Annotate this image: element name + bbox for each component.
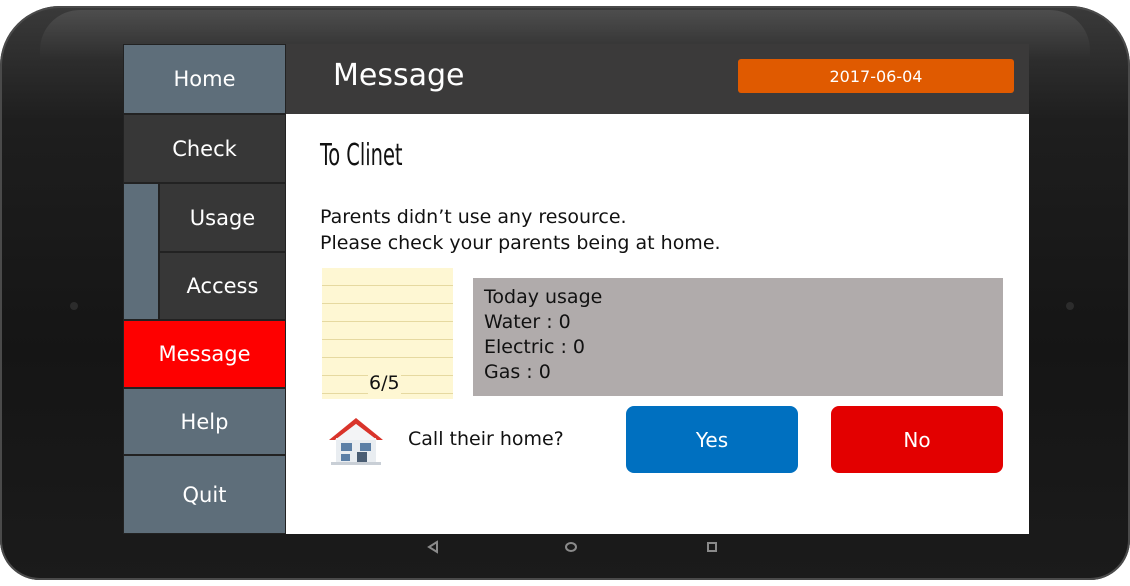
front-sensor <box>70 302 78 310</box>
date-badge: 2017-06-04 <box>738 59 1014 93</box>
back-icon[interactable] <box>426 540 440 554</box>
message-panel: To Clinet Parents didn’t use any resourc… <box>286 114 1029 534</box>
sticky-note: 6/5 <box>322 268 453 399</box>
recent-apps-icon[interactable] <box>705 540 719 554</box>
app-screen: Home Check Usage Access Message Help Qui… <box>123 44 1029 534</box>
note-date: 6/5 <box>368 372 401 394</box>
message-line: Please check your parents being at home. <box>320 232 721 254</box>
usage-title: Today usage <box>484 286 603 308</box>
sidebar-item-help[interactable]: Help <box>123 388 286 455</box>
header-bar: Message 2017-06-04 <box>286 44 1029 114</box>
sidebar-item-usage[interactable]: Usage <box>159 183 286 252</box>
house-icon <box>329 418 383 465</box>
home-circle-icon[interactable] <box>563 540 579 554</box>
message-line: Parents didn’t use any resource. <box>320 206 627 228</box>
sidebar: Home Check Usage Access Message Help Qui… <box>123 44 286 534</box>
sidebar-item-check[interactable]: Check <box>123 114 286 183</box>
usage-gas: Gas : 0 <box>484 361 551 383</box>
system-nav-bar <box>0 536 1130 566</box>
sidebar-item-quit[interactable]: Quit <box>123 455 286 534</box>
recipient-heading: To Clinet <box>320 138 403 173</box>
usage-electric: Electric : 0 <box>484 336 585 358</box>
yes-button[interactable]: Yes <box>626 406 798 473</box>
front-sensor <box>1066 302 1074 310</box>
sidebar-item-access[interactable]: Access <box>159 252 286 320</box>
page-title: Message <box>333 58 465 93</box>
submenu-indent-bar <box>123 183 159 320</box>
today-usage-box: Today usage Water : 0 Electric : 0 Gas :… <box>473 278 1003 396</box>
no-button[interactable]: No <box>831 406 1003 473</box>
call-prompt: Call their home? <box>408 428 564 450</box>
sidebar-item-message[interactable]: Message <box>123 320 286 388</box>
sidebar-item-home[interactable]: Home <box>123 44 286 114</box>
usage-water: Water : 0 <box>484 311 571 333</box>
